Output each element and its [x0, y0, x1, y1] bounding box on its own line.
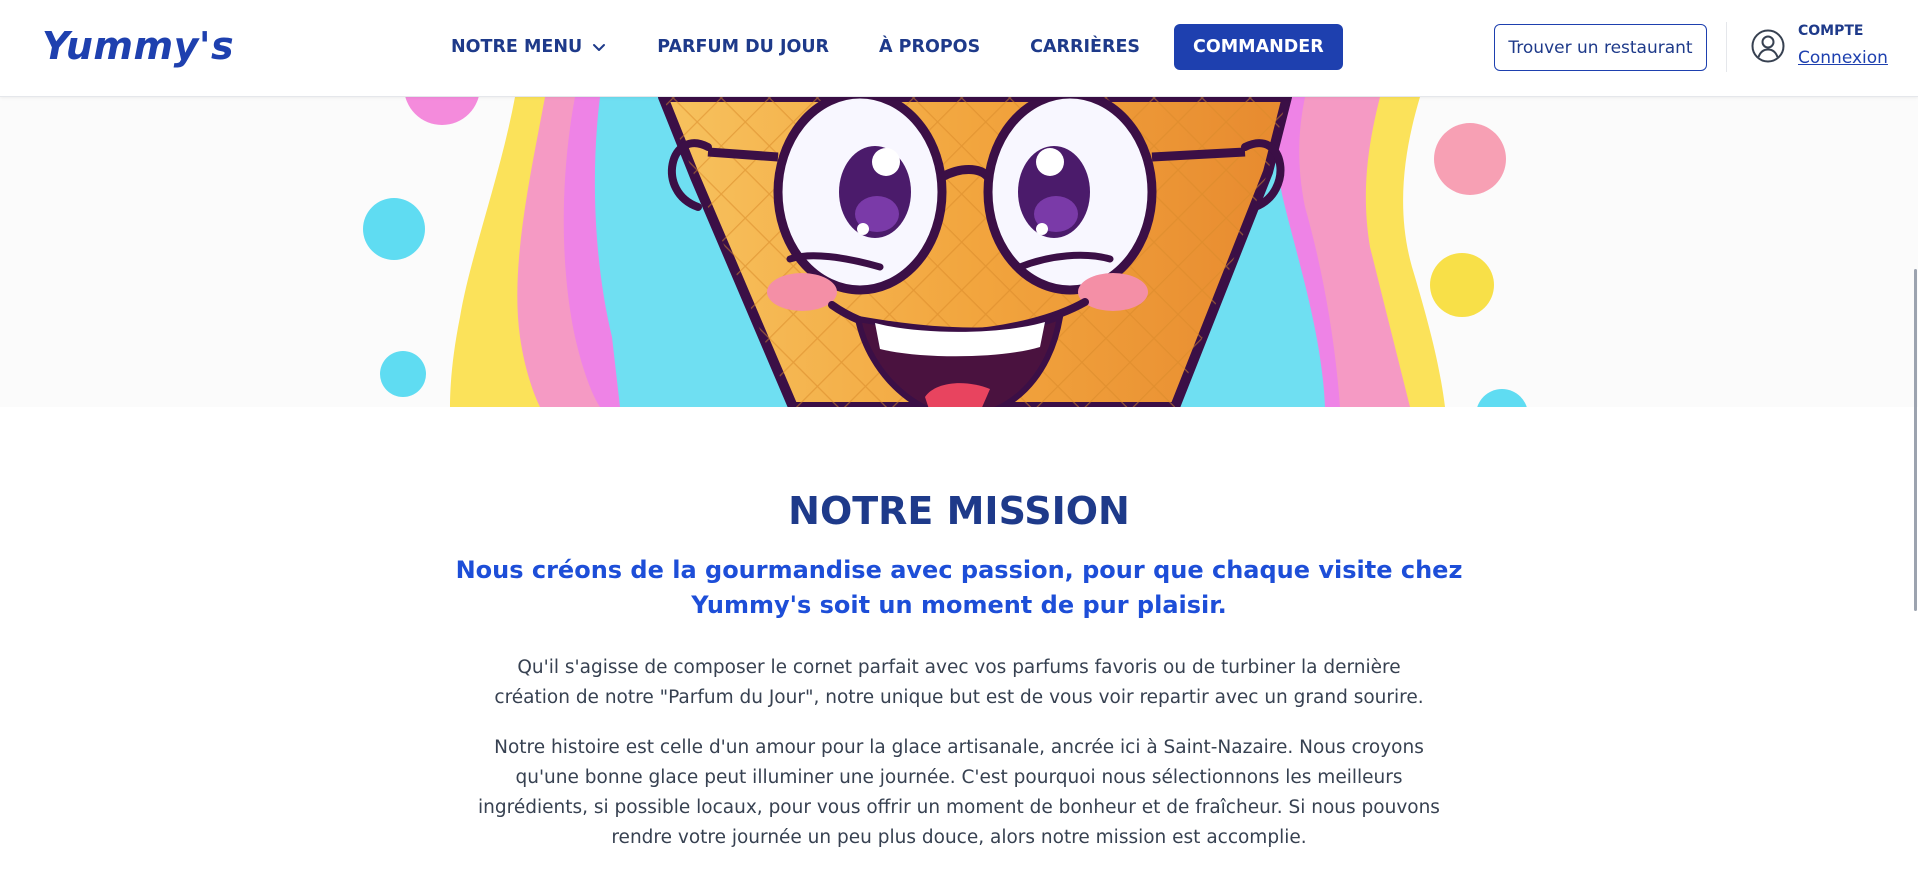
mission-title: NOTRE MISSION: [788, 489, 1130, 533]
find-restaurant-button[interactable]: Trouver un restaurant: [1494, 24, 1707, 71]
user-icon[interactable]: [1750, 28, 1786, 64]
mission-paragraph: Notre histoire est celle d'un amour pour…: [478, 737, 1440, 848]
login-link[interactable]: Connexion: [1798, 48, 1888, 68]
nav-a-propos[interactable]: À PROPOS: [879, 37, 980, 57]
nav-carrieres[interactable]: CARRIÈRES: [1030, 37, 1140, 57]
logo[interactable]: Yummy's: [42, 24, 234, 68]
ice-cream-mascot-illustration: [363, 97, 1527, 407]
hero-banner: [0, 97, 1918, 407]
nav-parfum-du-jour[interactable]: PARFUM DU JOUR: [657, 37, 829, 57]
commander-button[interactable]: COMMANDER: [1174, 24, 1343, 70]
main-nav: NOTRE MENU PARFUM DU JOUR À PROPOS CARRI…: [451, 24, 1343, 70]
nav-notre-menu-label: NOTRE MENU: [451, 37, 583, 57]
account-label: COMPTE: [1798, 23, 1864, 39]
mission-subtitle: Nous créons de la gourmandise avec passi…: [455, 556, 1463, 619]
chevron-down-icon: [593, 44, 606, 51]
nav-notre-menu[interactable]: NOTRE MENU: [451, 37, 606, 57]
site-header: Yummy's NOTRE MENU PARFUM DU JOUR À PROP…: [0, 0, 1918, 97]
scrollbar-thumb[interactable]: [1914, 269, 1917, 611]
mission-paragraph: Qu'il s'agisse de composer le cornet par…: [494, 657, 1424, 708]
header-divider: [1726, 22, 1727, 72]
